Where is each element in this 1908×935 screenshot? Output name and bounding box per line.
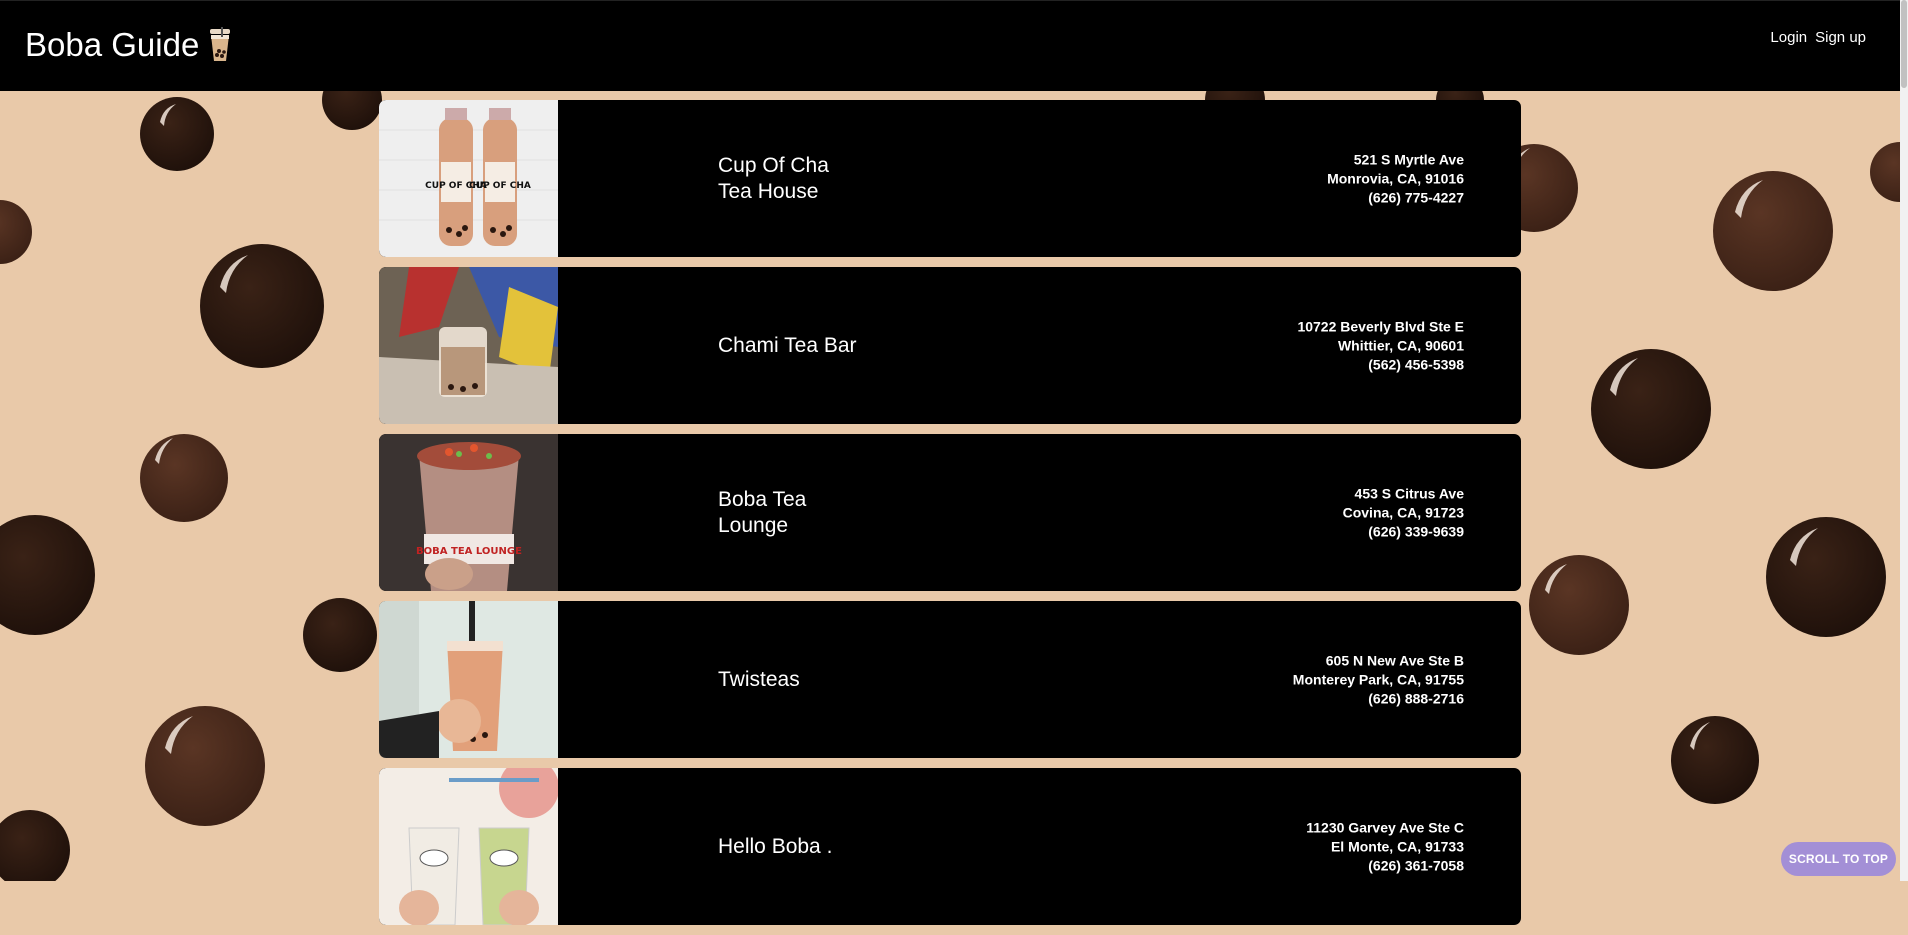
shop-phone: (626) 888-2716 bbox=[1368, 690, 1464, 706]
photo-label-2: CUP OF CHA bbox=[469, 181, 531, 191]
shop-street: 10722 Beverly Blvd Ste E bbox=[1297, 318, 1464, 334]
shop-name: Twisteas bbox=[718, 667, 800, 691]
shop-photo bbox=[379, 601, 558, 758]
shop-street: 521 S Myrtle Ave bbox=[1353, 151, 1464, 167]
shop-address: 11230 Garvey Ave Ste C El Monte, CA, 917… bbox=[1306, 818, 1464, 875]
shop-address: 453 S Citrus Ave Covina, CA, 91723 (626)… bbox=[1343, 484, 1464, 541]
shop-phone: (626) 775-4227 bbox=[1368, 189, 1464, 205]
photo-label: BOBA TEA LOUNGE bbox=[416, 546, 522, 557]
shop-city: Monrovia, CA, 91016 bbox=[1327, 170, 1464, 186]
top-navbar: Boba Guide Login Sign up bbox=[0, 0, 1900, 91]
shop-city: El Monte, CA, 91733 bbox=[1330, 838, 1464, 854]
shop-card[interactable]: BOBA TEA LOUNGE Boba Tea Lounge 453 S Ci… bbox=[379, 434, 1521, 591]
shop-list: CUP OF CHA CUP OF CHA Cup Of Cha Tea Hou… bbox=[379, 100, 1521, 935]
scroll-to-top-button[interactable]: SCROLL TO TOP bbox=[1781, 842, 1896, 876]
shop-street: 11230 Garvey Ave Ste C bbox=[1306, 819, 1464, 835]
signup-link[interactable]: Sign up bbox=[1815, 29, 1866, 46]
shop-street: 453 S Citrus Ave bbox=[1354, 485, 1464, 501]
shop-photo bbox=[379, 768, 558, 925]
brand-title: Boba Guide bbox=[25, 26, 200, 63]
shop-card[interactable]: Chami Tea Bar 10722 Beverly Blvd Ste E W… bbox=[379, 267, 1521, 424]
shop-name: Cup Of Cha Tea House bbox=[718, 153, 829, 203]
shop-street: 605 N New Ave Ste B bbox=[1325, 652, 1464, 668]
shop-card[interactable]: Hello Boba . 11230 Garvey Ave Ste C El M… bbox=[379, 768, 1521, 925]
shop-name: Boba Tea Lounge bbox=[718, 487, 807, 537]
shop-phone: (626) 361-7058 bbox=[1368, 857, 1464, 873]
shop-card[interactable]: CUP OF CHA CUP OF CHA Cup Of Cha Tea Hou… bbox=[379, 100, 1521, 257]
shop-city: Covina, CA, 91723 bbox=[1342, 504, 1464, 520]
shop-name: Chami Tea Bar bbox=[718, 333, 857, 357]
shop-card[interactable]: Twisteas 605 N New Ave Ste B Monterey Pa… bbox=[379, 601, 1521, 758]
shop-city: Whittier, CA, 90601 bbox=[1337, 337, 1464, 353]
shop-name: Hello Boba . bbox=[718, 834, 833, 858]
shop-address: 521 S Myrtle Ave Monrovia, CA, 91016 (62… bbox=[1327, 150, 1464, 207]
shop-photo: CUP OF CHA CUP OF CHA bbox=[379, 100, 558, 257]
login-link[interactable]: Login bbox=[1770, 29, 1807, 46]
brand-logo[interactable]: Boba Guide bbox=[25, 26, 235, 64]
boba-cup-icon bbox=[210, 27, 231, 61]
shop-phone: (562) 456-5398 bbox=[1368, 356, 1464, 372]
shop-city: Monterey Park, CA, 91755 bbox=[1292, 671, 1464, 687]
shop-address: 605 N New Ave Ste B Monterey Park, CA, 9… bbox=[1293, 651, 1464, 708]
shop-photo bbox=[379, 267, 558, 424]
shop-photo: BOBA TEA LOUNGE bbox=[379, 434, 558, 591]
shop-phone: (626) 339-9639 bbox=[1368, 523, 1464, 539]
page-scrollbar[interactable] bbox=[1900, 0, 1908, 881]
shop-address: 10722 Beverly Blvd Ste E Whittier, CA, 9… bbox=[1297, 317, 1464, 374]
scrollbar-thumb[interactable] bbox=[1901, 0, 1907, 88]
